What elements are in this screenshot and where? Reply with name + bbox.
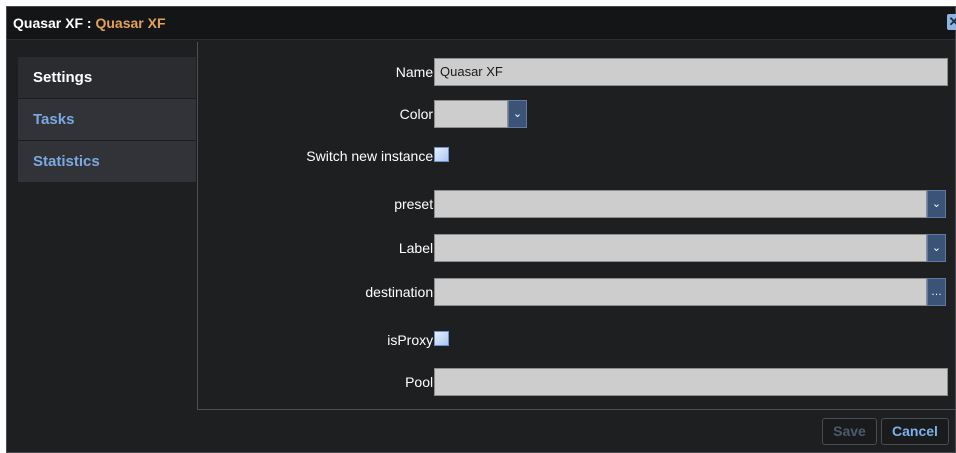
color-label: Color: bbox=[399, 106, 437, 122]
dialog-title: Quasar XF : Quasar XF bbox=[13, 15, 166, 31]
isproxy-label: isProxy: bbox=[387, 332, 437, 348]
destination-row: destination: … bbox=[198, 278, 956, 306]
browse-icon[interactable]: … bbox=[927, 278, 946, 306]
pool-label: Pool: bbox=[405, 374, 437, 390]
cancel-button[interactable]: Cancel bbox=[881, 418, 949, 445]
chevron-down-icon[interactable]: ⌄ bbox=[927, 234, 946, 262]
sidebar: Settings Tasks Statistics bbox=[18, 57, 196, 185]
switch-row: Switch new instance: bbox=[198, 142, 956, 170]
close-icon[interactable]: ✕ bbox=[947, 14, 956, 30]
title-main: Quasar XF bbox=[13, 15, 84, 31]
switch-new-instance-label: Switch new instance: bbox=[306, 148, 437, 164]
switch-new-instance-checkbox[interactable] bbox=[434, 147, 449, 162]
isproxy-checkbox[interactable] bbox=[434, 331, 449, 346]
pool-input[interactable] bbox=[434, 368, 948, 396]
name-row: Name: Quasar XF bbox=[198, 58, 956, 86]
label-select[interactable] bbox=[434, 234, 927, 262]
chevron-down-icon[interactable]: ⌄ bbox=[927, 190, 946, 218]
sidebar-item-tasks[interactable]: Tasks bbox=[18, 99, 196, 141]
destination-label: destination: bbox=[365, 284, 437, 300]
settings-dialog: Quasar XF : Quasar XF ✕ Settings Tasks S… bbox=[6, 6, 956, 453]
save-button[interactable]: Save bbox=[822, 418, 877, 445]
title-separator: : bbox=[83, 15, 96, 31]
label-label: Label: bbox=[398, 240, 437, 256]
sidebar-item-settings[interactable]: Settings bbox=[18, 57, 196, 99]
name-label: Name: bbox=[395, 64, 437, 80]
pool-row: Pool: bbox=[198, 368, 956, 396]
preset-row: preset: ⌄ bbox=[198, 190, 956, 218]
preset-label: preset: bbox=[394, 196, 437, 212]
title-sub: Quasar XF bbox=[95, 15, 166, 31]
color-row: Color: ⌄ bbox=[198, 100, 956, 128]
settings-form: Name: Quasar XF Color: ⌄ Switch new inst… bbox=[197, 42, 956, 410]
name-input[interactable]: Quasar XF bbox=[434, 58, 948, 86]
dialog-titlebar: Quasar XF : Quasar XF ✕ bbox=[7, 7, 956, 40]
chevron-down-icon[interactable]: ⌄ bbox=[508, 100, 527, 128]
label-row: Label: ⌄ bbox=[198, 234, 956, 262]
color-select[interactable] bbox=[434, 100, 508, 128]
isproxy-row: isProxy: bbox=[198, 326, 956, 354]
sidebar-item-statistics[interactable]: Statistics bbox=[18, 141, 196, 183]
preset-select[interactable] bbox=[434, 190, 927, 218]
destination-input[interactable] bbox=[434, 278, 927, 306]
